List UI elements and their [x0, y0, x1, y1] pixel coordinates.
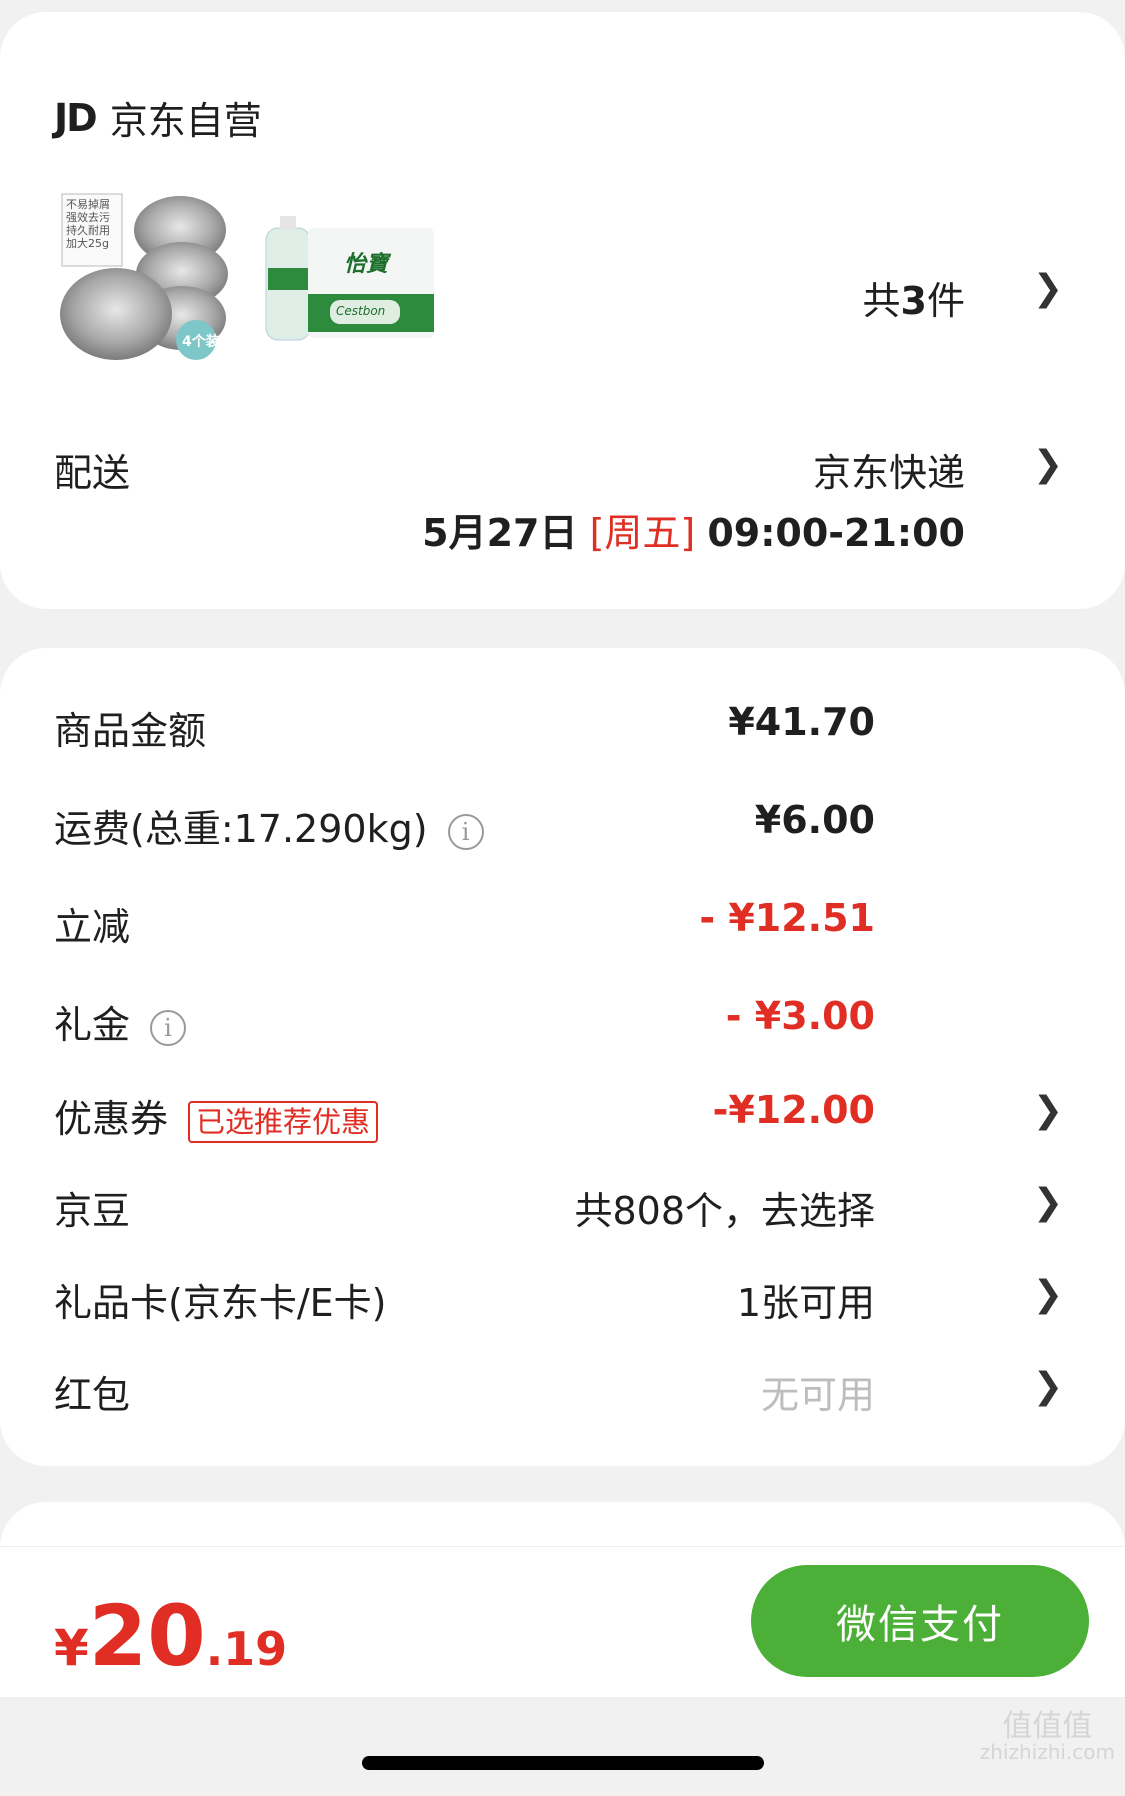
steel-wool-label: 不易掉屑 强效去污 持久耐用 加大25g: [66, 198, 110, 250]
steel-wool-badge: 4个装: [182, 334, 220, 350]
coupon-row[interactable]: 优惠券 已选推荐优惠: [54, 1088, 379, 1143]
chevron-right-icon[interactable]: ❯: [1033, 1090, 1063, 1131]
red-packet-label: 红包: [54, 1373, 131, 1417]
gift-card-value[interactable]: 1张可用: [737, 1272, 875, 1327]
steel-wool-feature: 不易掉屑: [66, 198, 110, 211]
steel-wool-feature: 强效去污: [66, 211, 110, 224]
shop-header[interactable]: JD 京东自营: [54, 90, 262, 145]
total-integer: 20: [88, 1587, 206, 1685]
currency-symbol: ¥: [54, 1619, 89, 1677]
delivery-method[interactable]: 京东快递: [813, 442, 965, 497]
home-indicator[interactable]: [362, 1756, 764, 1770]
shipping-label: 运费(总重:17.290kg): [54, 807, 428, 851]
jd-logo: JD: [54, 95, 98, 140]
red-packet-value[interactable]: 无可用: [761, 1364, 875, 1419]
item-count-prefix: 共: [862, 279, 901, 323]
jd-beans-label: 京豆: [54, 1189, 131, 1233]
item-count-number: 3: [900, 279, 927, 323]
gift-money-value: - ¥3.00: [725, 994, 875, 1038]
water-brand-en: Cestbon: [336, 304, 386, 318]
item-count[interactable]: 共3件: [863, 270, 965, 325]
delivery-date: 5月27日: [422, 511, 578, 555]
total-decimal: .19: [205, 1622, 288, 1676]
info-icon[interactable]: i: [150, 1009, 187, 1046]
coupon-tag: 已选推荐优惠: [188, 1100, 379, 1143]
wechat-pay-button[interactable]: 微信支付: [751, 1565, 1089, 1677]
chevron-right-icon[interactable]: ❯: [1033, 268, 1063, 309]
goods-amount-value: ¥41.70: [728, 700, 875, 744]
delivery-window: 09:00-21:00: [707, 511, 965, 555]
water-brand: 怡寶: [344, 252, 389, 277]
shipping-row: 运费(总重:17.290kg) i: [54, 798, 484, 853]
site-watermark: 值值值 zhizhizhi.com: [979, 1709, 1115, 1764]
shipping-value: ¥6.00: [754, 798, 875, 842]
steel-wool-feature: 持久耐用: [66, 224, 110, 237]
chevron-right-icon[interactable]: ❯: [1033, 444, 1063, 485]
coupon-value[interactable]: -¥12.00: [713, 1088, 875, 1132]
watermark-url: zhizhizhi.com: [979, 1740, 1115, 1764]
price-summary-card: 商品金额 ¥41.70 运费(总重:17.290kg) i ¥6.00 立减 - …: [0, 648, 1125, 1466]
checkout-bar: ¥20.19 微信支付: [0, 1546, 1125, 1698]
watermark-text: 值值值: [1002, 1709, 1093, 1744]
item-thumbnails[interactable]: 不易掉屑 强效去污 持久耐用 加大25g 4个装 怡寶 Cestbon: [56, 188, 438, 366]
item-count-suffix: 件: [926, 279, 965, 323]
steel-wool-feature: 加大25g: [66, 237, 109, 250]
product-thumb-water[interactable]: 怡寶 Cestbon: [260, 188, 438, 366]
goods-amount-label: 商品金额: [54, 709, 207, 753]
shop-card: JD 京东自营 不易掉屑 强效去污 持久耐用 加大25g 4个装 怡寶 Cest…: [0, 12, 1125, 609]
gift-card-label: 礼品卡(京东卡/E卡): [54, 1281, 387, 1325]
total-price: ¥20.19: [54, 1587, 287, 1685]
chevron-right-icon[interactable]: ❯: [1033, 1182, 1063, 1223]
shop-name: 京东自营: [109, 99, 262, 143]
coupon-label: 优惠券: [54, 1097, 169, 1141]
chevron-right-icon[interactable]: ❯: [1033, 1274, 1063, 1315]
instant-discount-label: 立减: [54, 905, 131, 949]
gift-money-label: 礼金: [54, 1003, 131, 1047]
info-icon[interactable]: i: [447, 813, 484, 850]
chevron-right-icon[interactable]: ❯: [1033, 1366, 1063, 1407]
delivery-time[interactable]: 5月27日 [周五] 09:00-21:00: [422, 502, 965, 557]
delivery-weekday: [周五]: [589, 511, 696, 555]
instant-discount-value: - ¥12.51: [699, 896, 875, 940]
jd-beans-value[interactable]: 共808个，去选择: [574, 1180, 875, 1235]
product-thumb-steel-wool[interactable]: 不易掉屑 强效去污 持久耐用 加大25g 4个装: [56, 188, 234, 366]
gift-money-row: 礼金 i: [54, 994, 187, 1049]
delivery-label: 配送: [54, 451, 131, 495]
